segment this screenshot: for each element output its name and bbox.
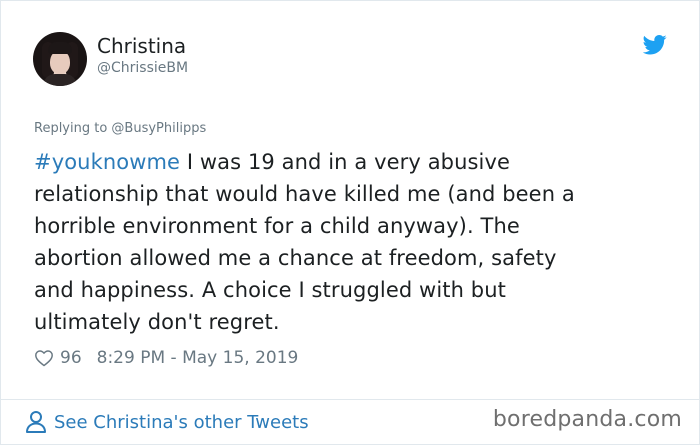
twitter-bird-icon[interactable] (643, 35, 667, 55)
tweet-line-1-text: I was 19 and in a very abusive (180, 150, 511, 174)
person-icon (26, 411, 46, 433)
watermark: boredpanda.com (492, 407, 682, 432)
author-handle[interactable]: @ChrissieBM (97, 59, 188, 77)
tweet-line-2: relationship that would have killed me (… (34, 182, 575, 206)
tweet-card: Christina @ChrissieBM Replying to @BusyP… (0, 0, 700, 445)
divider (1, 399, 699, 400)
replying-to[interactable]: Replying to @BusyPhilipps (34, 121, 206, 137)
tweet-body: #youknowme I was 19 and in a very abusiv… (34, 146, 674, 338)
tweet-line-4: abortion allowed me a chance at freedom,… (34, 246, 557, 270)
tweet-timestamp[interactable]: 8:29 PM - May 15, 2019 (97, 348, 299, 368)
tweet-line-1: #youknowme I was 19 and in a very abusiv… (34, 146, 674, 178)
avatar-bangs (48, 42, 72, 54)
tweet-line-5: and happiness. A choice I struggled with… (34, 278, 506, 302)
heart-icon[interactable] (34, 349, 54, 367)
author-name[interactable]: Christina (97, 34, 186, 58)
tweet-line-6: ultimately don't regret. (34, 310, 280, 334)
like-count[interactable]: 96 (60, 348, 82, 368)
avatar-shirt (43, 74, 77, 86)
hashtag-link[interactable]: #youknowme (34, 150, 180, 174)
see-other-tweets-link[interactable]: See Christina's other Tweets (25, 408, 309, 436)
tweet-meta: 96 8:29 PM - May 15, 2019 (34, 346, 298, 370)
tweet-line-3: horrible environment for a child anyway)… (34, 214, 520, 238)
see-other-tweets-label[interactable]: See Christina's other Tweets (54, 412, 309, 433)
avatar[interactable] (33, 32, 87, 86)
